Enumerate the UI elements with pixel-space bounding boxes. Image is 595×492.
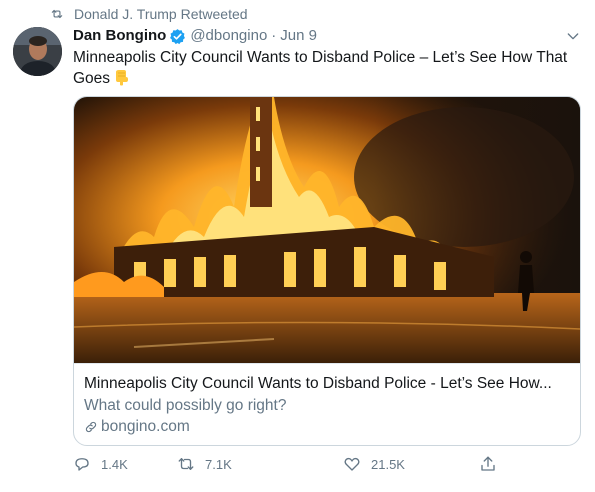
avatar[interactable] xyxy=(13,27,62,76)
reply-count: 1.4K xyxy=(101,456,128,472)
tweet-header: Dan Bongino @dbongino · Jun 9 xyxy=(73,26,581,46)
handle[interactable]: @dbongino xyxy=(190,26,267,46)
reply-icon xyxy=(75,458,89,471)
link-card[interactable]: Minneapolis City Council Wants to Disban… xyxy=(73,96,581,446)
chevron-down-icon[interactable] xyxy=(565,28,581,44)
retweet-count: 7.1K xyxy=(205,456,232,472)
card-title: Minneapolis City Council Wants to Disban… xyxy=(84,375,552,392)
retweet-context-label: Donald J. Trump Retweeted xyxy=(74,6,248,22)
share-button[interactable] xyxy=(479,455,507,473)
retweet-icon xyxy=(178,458,194,470)
retweet-context[interactable]: Donald J. Trump Retweeted xyxy=(50,6,248,22)
card-description: What could possibly go right? xyxy=(84,397,287,414)
card-domain-label: bongino.com xyxy=(101,418,190,435)
card-image xyxy=(74,97,580,363)
card-body: Minneapolis City Council Wants to Disban… xyxy=(74,363,580,435)
like-count: 21.5K xyxy=(371,456,405,472)
action-bar: 1.4K 7.1K 21.5K xyxy=(73,455,503,477)
display-name[interactable]: Dan Bongino xyxy=(73,26,166,46)
pointing-down-emoji-icon xyxy=(114,69,129,92)
share-icon xyxy=(481,456,495,471)
retweet-icon xyxy=(51,9,63,19)
tweet-body: Minneapolis City Council Wants to Disban… xyxy=(73,49,568,87)
card-domain: bongino.com xyxy=(84,417,190,437)
tweet-text: Minneapolis City Council Wants to Disban… xyxy=(73,47,573,92)
heart-icon xyxy=(344,457,360,471)
separator-dot: · xyxy=(271,27,277,44)
like-button[interactable]: 21.5K xyxy=(343,455,405,473)
retweet-button[interactable]: 7.1K xyxy=(177,455,232,473)
reply-button[interactable]: 1.4K xyxy=(73,455,128,473)
link-icon xyxy=(85,421,97,433)
verified-badge-icon xyxy=(170,28,186,44)
tweet-date[interactable]: Jun 9 xyxy=(280,26,317,46)
